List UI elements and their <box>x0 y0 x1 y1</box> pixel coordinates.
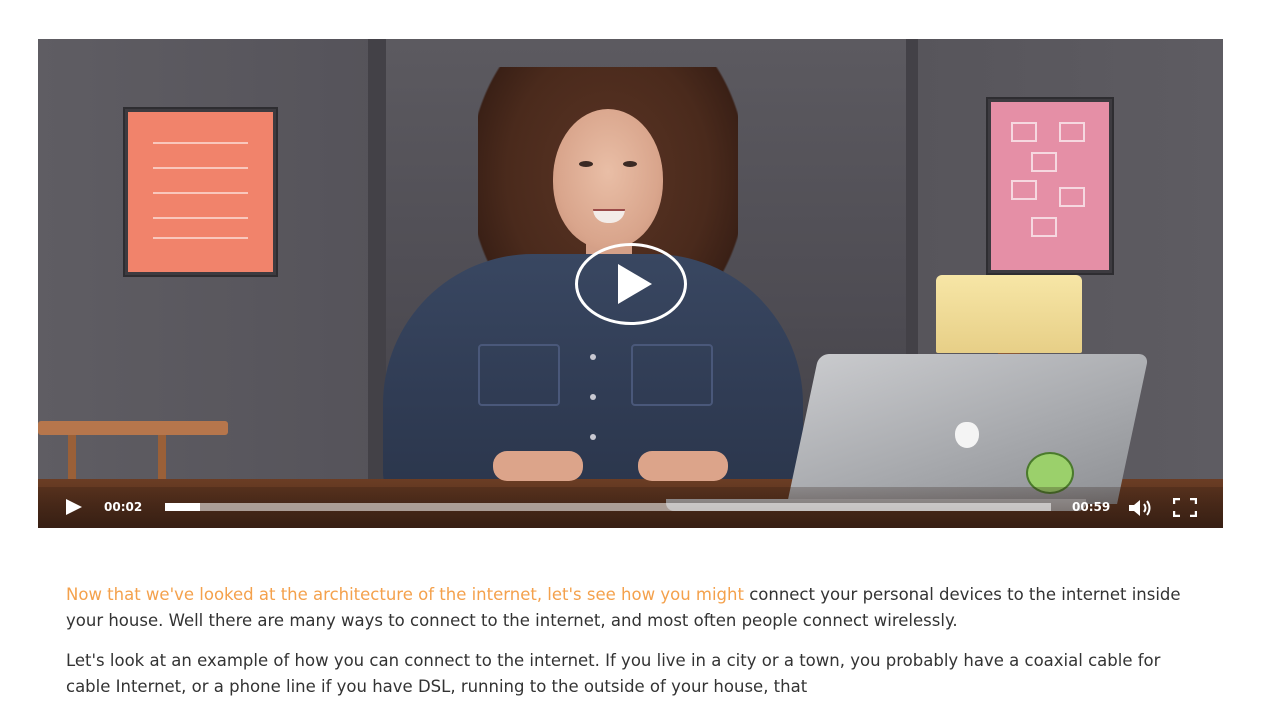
paragraph: Now that we've looked at the architectur… <box>66 582 1196 633</box>
play-triangle <box>618 264 652 304</box>
presenter-hand <box>638 451 728 481</box>
lamp-shade <box>936 275 1082 353</box>
play-icon[interactable] <box>66 499 82 515</box>
current-time: 00:02 <box>104 500 143 514</box>
wall-poster-pink <box>988 99 1112 273</box>
shirt-pocket <box>631 344 713 406</box>
shirt-button <box>590 354 596 360</box>
mouth <box>593 209 625 223</box>
lesson-transcript: Now that we've looked at the architectur… <box>66 582 1196 714</box>
video-player[interactable]: 00:02 00:59 <box>38 39 1223 528</box>
eye <box>623 161 637 167</box>
progress-bar[interactable] <box>165 503 1051 511</box>
presenter-face <box>553 109 663 249</box>
wall-poster-orange <box>125 109 276 275</box>
progress-fill <box>165 503 201 511</box>
presenter-hand <box>493 451 583 481</box>
highlighted-text: Now that we've looked at the architectur… <box>66 585 744 604</box>
side-table <box>38 421 228 435</box>
video-controls: 00:02 00:59 <box>38 487 1223 528</box>
play-circle-icon[interactable] <box>575 243 687 325</box>
eye <box>579 161 593 167</box>
volume-icon[interactable] <box>1128 499 1154 517</box>
paragraph: Let's look at an example of how you can … <box>66 651 1161 696</box>
shirt-pocket <box>478 344 560 406</box>
shirt-button <box>590 394 596 400</box>
apple-logo-icon <box>955 422 979 448</box>
shirt-button <box>590 434 596 440</box>
fullscreen-icon[interactable] <box>1173 498 1197 517</box>
duration: 00:59 <box>1072 500 1111 514</box>
